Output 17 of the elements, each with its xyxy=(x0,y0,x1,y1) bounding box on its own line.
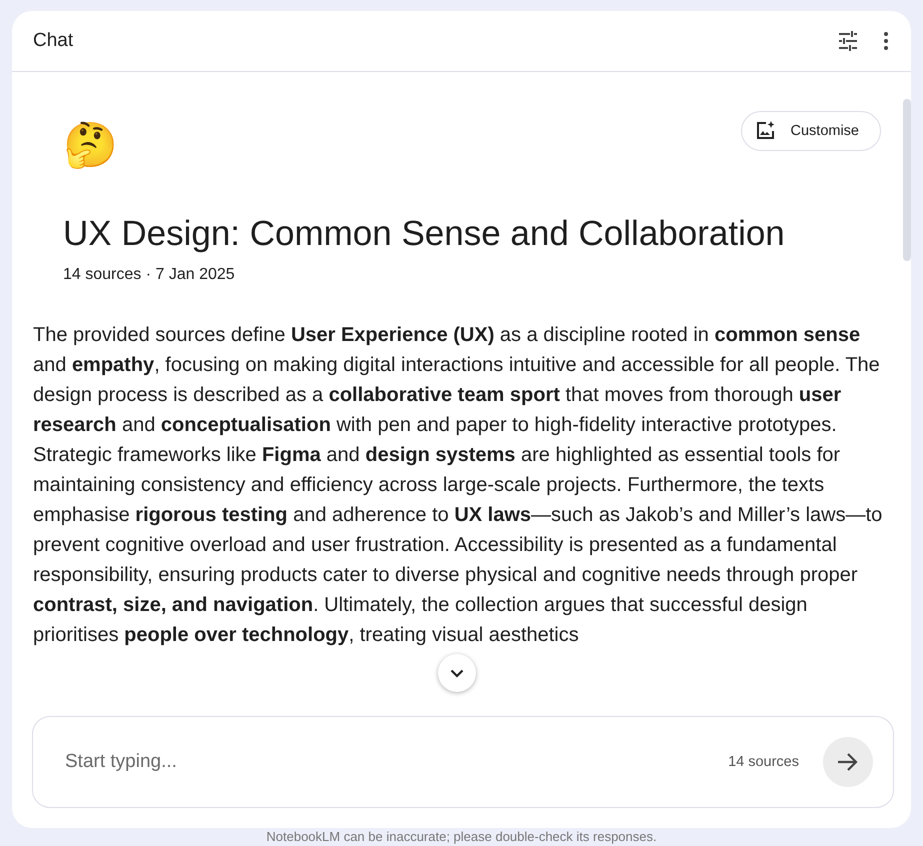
chevron-down-icon xyxy=(450,668,464,678)
send-button[interactable] xyxy=(823,737,873,787)
more-icon[interactable] xyxy=(883,31,889,51)
panel-title: Chat xyxy=(33,30,74,52)
notebook-title: UX Design: Common Sense and Collaboration xyxy=(63,213,786,255)
image-icon xyxy=(754,121,774,141)
scrollbar-thumb[interactable] xyxy=(903,99,911,261)
message-input[interactable]: Start typing... xyxy=(63,750,718,774)
arrow-right-icon xyxy=(837,752,859,772)
summary-paragraph: The provided sources define User Experience (UX) as a discipline rooted in common sense and empathy, focusing on making digital interactions intuitive and accessible for all people. The design process is described as a collaborative team sport that moves from thorough user research and conceptualisation with pen and paper to high-fidelity interactive prototypes. Strategic frameworks like Figma and design systems are highlighted as essential tools for maintaining consistency and efficiency across large-scale projects. Furthermore, the texts emphasise rigorous testing and adherence to UX laws—such as Jakob’s and Miller’s laws—to prevent cognitive overload and user frustration. Accessibility is presented as a fundamental responsibility, ensuring products cater to diverse physical and cognitive needs through proper contrast, size, and navigation. Ultimately, the collection argues that successful design prioritises people over technology, treating visual aesthetics xyxy=(33,323,883,648)
notebook-emoji: 🤔 xyxy=(63,124,118,168)
source-count: 14 sources xyxy=(728,754,799,770)
settings-icon[interactable] xyxy=(837,30,859,52)
source-info: 14 sources · 7 Jan 2025 xyxy=(63,266,236,284)
disclaimer-text: NotebookLM can be inaccurate; please double-check its responses. xyxy=(265,829,658,845)
scroll-down-button[interactable] xyxy=(438,654,476,692)
customise-button[interactable]: Customise xyxy=(740,111,881,151)
